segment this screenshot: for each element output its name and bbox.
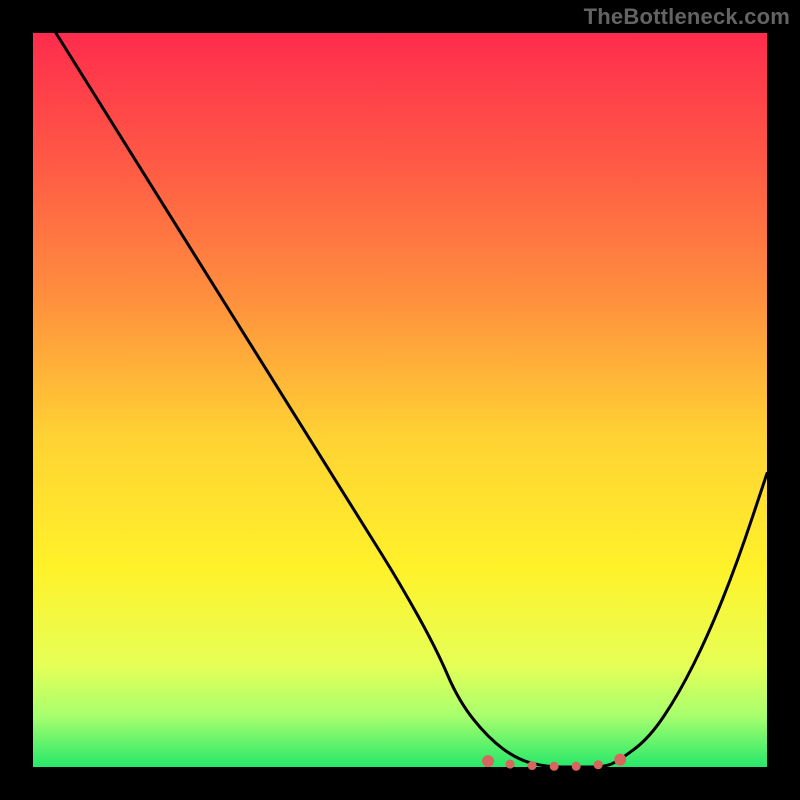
optimal-marker — [506, 760, 515, 769]
optimal-marker — [614, 754, 626, 766]
watermark-text: TheBottleneck.com — [584, 4, 790, 30]
chart-container: TheBottleneck.com — [0, 0, 800, 800]
optimal-marker — [528, 761, 537, 770]
optimal-marker — [482, 755, 494, 767]
optimal-marker — [550, 762, 559, 771]
optimal-marker — [572, 762, 581, 771]
plot-background — [33, 33, 767, 767]
optimal-marker — [594, 760, 603, 769]
bottleneck-chart — [0, 0, 800, 800]
